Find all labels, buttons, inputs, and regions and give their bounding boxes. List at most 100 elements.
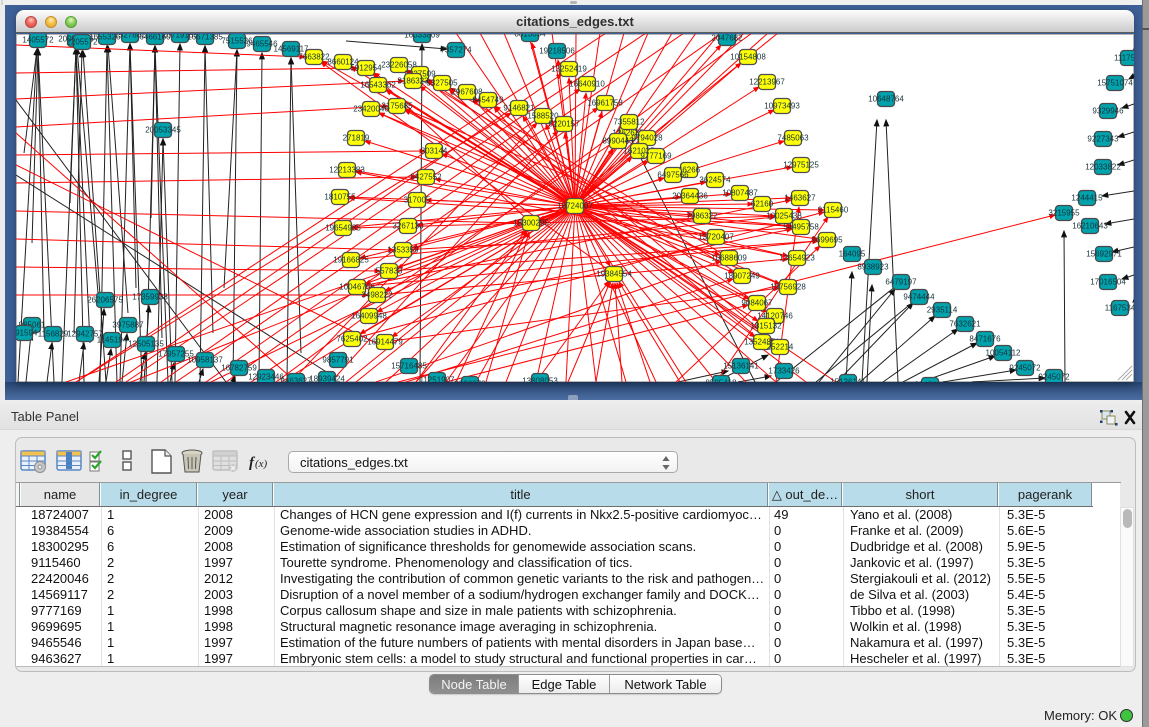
svg-text:13252419: 13252419 bbox=[551, 65, 587, 74]
svg-text:9327505: 9327505 bbox=[426, 79, 458, 88]
svg-text:17359938: 17359938 bbox=[132, 293, 168, 302]
svg-text:62160: 62160 bbox=[751, 200, 774, 209]
svg-text:252214: 252214 bbox=[767, 343, 794, 352]
svg-text:1405572: 1405572 bbox=[22, 36, 54, 45]
svg-text:9427552: 9427552 bbox=[410, 173, 442, 182]
svg-text:9245072: 9245072 bbox=[1009, 364, 1041, 373]
svg-text:15751074: 15751074 bbox=[1097, 79, 1133, 88]
svg-text:7663822: 7663822 bbox=[298, 53, 330, 62]
svg-text:19384554: 19384554 bbox=[596, 270, 632, 279]
svg-text:8471676: 8471676 bbox=[969, 335, 1001, 344]
svg-text:10648764: 10648764 bbox=[868, 95, 904, 104]
svg-text:10054112: 10054112 bbox=[986, 349, 1022, 358]
svg-text:12213383: 12213383 bbox=[329, 166, 365, 175]
svg-text:1117531: 1117531 bbox=[1114, 54, 1134, 63]
svg-text:18300295: 18300295 bbox=[513, 219, 549, 228]
svg-text:9777169: 9777169 bbox=[640, 152, 672, 161]
svg-text:16961758: 16961758 bbox=[587, 99, 623, 108]
svg-text:16671385: 16671385 bbox=[187, 34, 223, 42]
svg-text:12033822: 12033822 bbox=[1085, 163, 1121, 172]
svg-text:10807487: 10807487 bbox=[722, 189, 758, 198]
svg-text:1810755: 1810755 bbox=[324, 193, 356, 202]
svg-text:3624574: 3624574 bbox=[699, 176, 731, 185]
svg-text:26206575: 26206575 bbox=[87, 296, 123, 305]
svg-text:10688609: 10688609 bbox=[711, 254, 747, 263]
svg-text:23420046: 23420046 bbox=[353, 105, 389, 114]
svg-text:10973493: 10973493 bbox=[764, 102, 800, 111]
svg-text:6497566: 6497566 bbox=[657, 171, 689, 180]
svg-text:8595418: 8595418 bbox=[705, 379, 737, 383]
svg-text:9329946: 9329946 bbox=[1092, 107, 1124, 116]
svg-text:9794028: 9794028 bbox=[631, 134, 663, 143]
svg-text:803144: 803144 bbox=[421, 147, 448, 156]
svg-text:12923446: 12923446 bbox=[248, 373, 284, 382]
svg-text:8990443: 8990443 bbox=[602, 137, 634, 146]
svg-text:19654985: 19654985 bbox=[325, 224, 361, 233]
svg-text:16210643: 16210643 bbox=[1072, 222, 1108, 231]
svg-text:1145194: 1145194 bbox=[97, 336, 128, 345]
svg-text:17016504: 17016504 bbox=[1090, 278, 1126, 287]
svg-text:9699695: 9699695 bbox=[811, 236, 843, 245]
svg-text:1167534: 1167534 bbox=[1105, 304, 1134, 313]
svg-text:9245072: 9245072 bbox=[1038, 373, 1070, 382]
svg-text:3215955: 3215955 bbox=[1048, 209, 1080, 218]
svg-text:2935114: 2935114 bbox=[927, 306, 958, 315]
svg-text:7986322: 7986322 bbox=[686, 212, 718, 221]
svg-text:1815132: 1815132 bbox=[750, 322, 782, 331]
svg-text:10154808: 10154808 bbox=[730, 53, 766, 62]
svg-text:8454749: 8454749 bbox=[472, 96, 504, 105]
svg-text:7355812: 7355812 bbox=[613, 118, 645, 127]
svg-text:8938923: 8938923 bbox=[857, 263, 889, 272]
svg-text:8813054: 8813054 bbox=[514, 34, 546, 39]
svg-text:7625402: 7625402 bbox=[336, 335, 368, 344]
svg-text:16782759: 16782759 bbox=[221, 364, 257, 373]
svg-text:13720407: 13720407 bbox=[698, 233, 734, 242]
svg-text:9463627: 9463627 bbox=[280, 377, 312, 383]
svg-text:1244415: 1244415 bbox=[1071, 194, 1103, 203]
svg-text:15716485: 15716485 bbox=[391, 362, 427, 371]
svg-text:1733426: 1733426 bbox=[768, 367, 800, 376]
svg-text:13654923: 13654923 bbox=[779, 254, 815, 263]
svg-text:3498222: 3498222 bbox=[361, 291, 393, 300]
svg-text:1463627: 1463627 bbox=[784, 194, 816, 203]
svg-text:19218506: 19218506 bbox=[539, 47, 575, 56]
svg-text:6479197: 6479197 bbox=[885, 278, 917, 287]
svg-text:12505135: 12505135 bbox=[128, 340, 164, 349]
svg-text:3975887: 3975887 bbox=[112, 321, 144, 330]
svg-text:18724007: 18724007 bbox=[557, 202, 593, 211]
svg-text:2245012: 2245012 bbox=[914, 381, 946, 383]
svg-text:164095: 164095 bbox=[839, 250, 866, 259]
svg-text:7632621: 7632621 bbox=[949, 320, 981, 329]
svg-text:54495758: 54495758 bbox=[783, 223, 819, 232]
svg-text:9474444: 9474444 bbox=[903, 293, 935, 302]
svg-text:9920878: 9920878 bbox=[454, 380, 486, 383]
svg-text:11251907: 11251907 bbox=[420, 376, 456, 383]
svg-text:15692971: 15692971 bbox=[1086, 250, 1122, 259]
svg-text:16409948: 16409948 bbox=[351, 312, 387, 321]
svg-text:9115460: 9115460 bbox=[818, 206, 849, 215]
svg-text:18939424: 18939424 bbox=[309, 375, 345, 383]
svg-text:20364436: 20364436 bbox=[672, 192, 708, 201]
svg-text:317005: 317005 bbox=[404, 196, 431, 205]
svg-text:16543362: 16543362 bbox=[360, 81, 396, 90]
svg-text:19166825: 19166825 bbox=[333, 256, 369, 265]
svg-text:9857791: 9857791 bbox=[322, 356, 354, 365]
svg-text:(x): (x) bbox=[255, 458, 268, 470]
svg-text:1156829: 1156829 bbox=[38, 330, 69, 339]
svg-text:7485063: 7485063 bbox=[777, 134, 809, 143]
svg-text:16914479: 16914479 bbox=[367, 338, 403, 347]
svg-text:9227343: 9227343 bbox=[1087, 135, 1119, 144]
svg-text:5912954: 5912954 bbox=[350, 64, 382, 73]
svg-text:7357274: 7357274 bbox=[440, 46, 472, 55]
svg-text:1353359: 1353359 bbox=[387, 246, 419, 255]
svg-text:3267130: 3267130 bbox=[392, 222, 424, 231]
svg-text:15136141: 15136141 bbox=[830, 378, 866, 383]
svg-text:19756928: 19756928 bbox=[770, 283, 806, 292]
svg-text:9084067: 9084067 bbox=[741, 299, 773, 308]
svg-text:271819: 271819 bbox=[343, 134, 370, 143]
svg-text:10958137: 10958137 bbox=[187, 356, 223, 365]
svg-text:2047682: 2047682 bbox=[711, 34, 743, 43]
svg-text:557833: 557833 bbox=[376, 267, 403, 276]
svg-text:8186323: 8186323 bbox=[397, 77, 429, 86]
svg-text:13808053: 13808053 bbox=[522, 377, 558, 383]
